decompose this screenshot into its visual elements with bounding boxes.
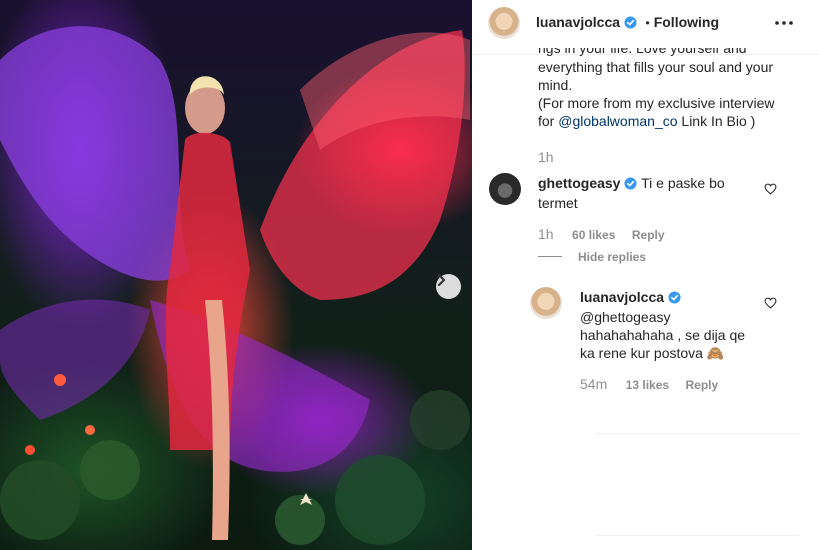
next-photo-button[interactable] (436, 274, 461, 299)
reply-text: hahahahahaha , se dija qe (580, 327, 746, 343)
comment: ghettogeasy Ti e paske bo termet (538, 174, 758, 212)
like-reply-button[interactable] (764, 296, 777, 314)
caption: everything that fills your soul and your… (538, 58, 798, 130)
reply-mention[interactable]: @ghettogeasy (580, 308, 770, 326)
hide-replies-button[interactable]: Hide replies (578, 250, 646, 264)
caption-timestamp[interactable]: 1h (538, 149, 554, 165)
heart-outline-icon (764, 297, 777, 309)
comment-text: Ti e paske bo (641, 175, 725, 191)
caption-line: (For more from my exclusive interview (538, 95, 775, 111)
more-options-icon (775, 21, 793, 25)
divider (596, 433, 799, 434)
heart-outline-icon (764, 183, 777, 195)
following-button[interactable]: Following (654, 14, 719, 30)
comment-username[interactable]: ghettogeasy (538, 175, 620, 191)
caption-line: everything that fills your soul and your (538, 59, 774, 75)
caption-line: for @globalwoman_co Link In Bio ) (538, 113, 756, 129)
mention-link[interactable]: @globalwoman_co (558, 113, 677, 129)
reply-username[interactable]: luanavjolcca (580, 289, 664, 305)
hide-replies-line (538, 256, 562, 257)
verified-badge-icon (668, 290, 681, 308)
verified-badge-icon (624, 176, 638, 194)
reply-button[interactable]: Reply (686, 378, 719, 392)
header-user-row: luanavjolcca • Following (536, 14, 719, 34)
reply-comment: luanavjolcca @ghettogeasy hahahahahaha ,… (580, 288, 770, 362)
post-header: luanavjolcca • Following (472, 0, 819, 55)
like-comment-button[interactable] (764, 182, 777, 200)
chevron-right-icon (437, 274, 446, 286)
reply-meta: 54m 13 likes Reply (580, 376, 718, 394)
header-bullet: • (645, 16, 650, 30)
more-options-button[interactable] (772, 14, 796, 32)
reply-likes[interactable]: 13 likes (626, 378, 669, 392)
post-side-panel: luanavjolcca • Following ngs in your life… (472, 0, 819, 550)
reply-timestamp[interactable]: 54m (580, 376, 607, 392)
comment-meta: 1h 60 likes Reply (538, 226, 665, 244)
comment-timestamp[interactable]: 1h (538, 226, 554, 242)
avatar[interactable] (489, 173, 521, 205)
reply-text: ka rene kur postova 🙈 (580, 345, 725, 361)
post-photo[interactable] (0, 0, 472, 550)
photo-artwork (0, 26, 470, 545)
verified-badge-icon (624, 16, 637, 34)
comment-text: termet (538, 195, 578, 211)
caption-line: mind. (538, 77, 573, 93)
owner-username[interactable]: luanavjolcca (536, 14, 620, 30)
avatar[interactable] (488, 7, 520, 39)
divider (596, 535, 799, 536)
comment-likes[interactable]: 60 likes (572, 228, 615, 242)
avatar[interactable] (530, 287, 562, 319)
caption-clipped-line: ngs in your life. Love yourself and (538, 48, 747, 56)
reply-button[interactable]: Reply (632, 228, 665, 242)
